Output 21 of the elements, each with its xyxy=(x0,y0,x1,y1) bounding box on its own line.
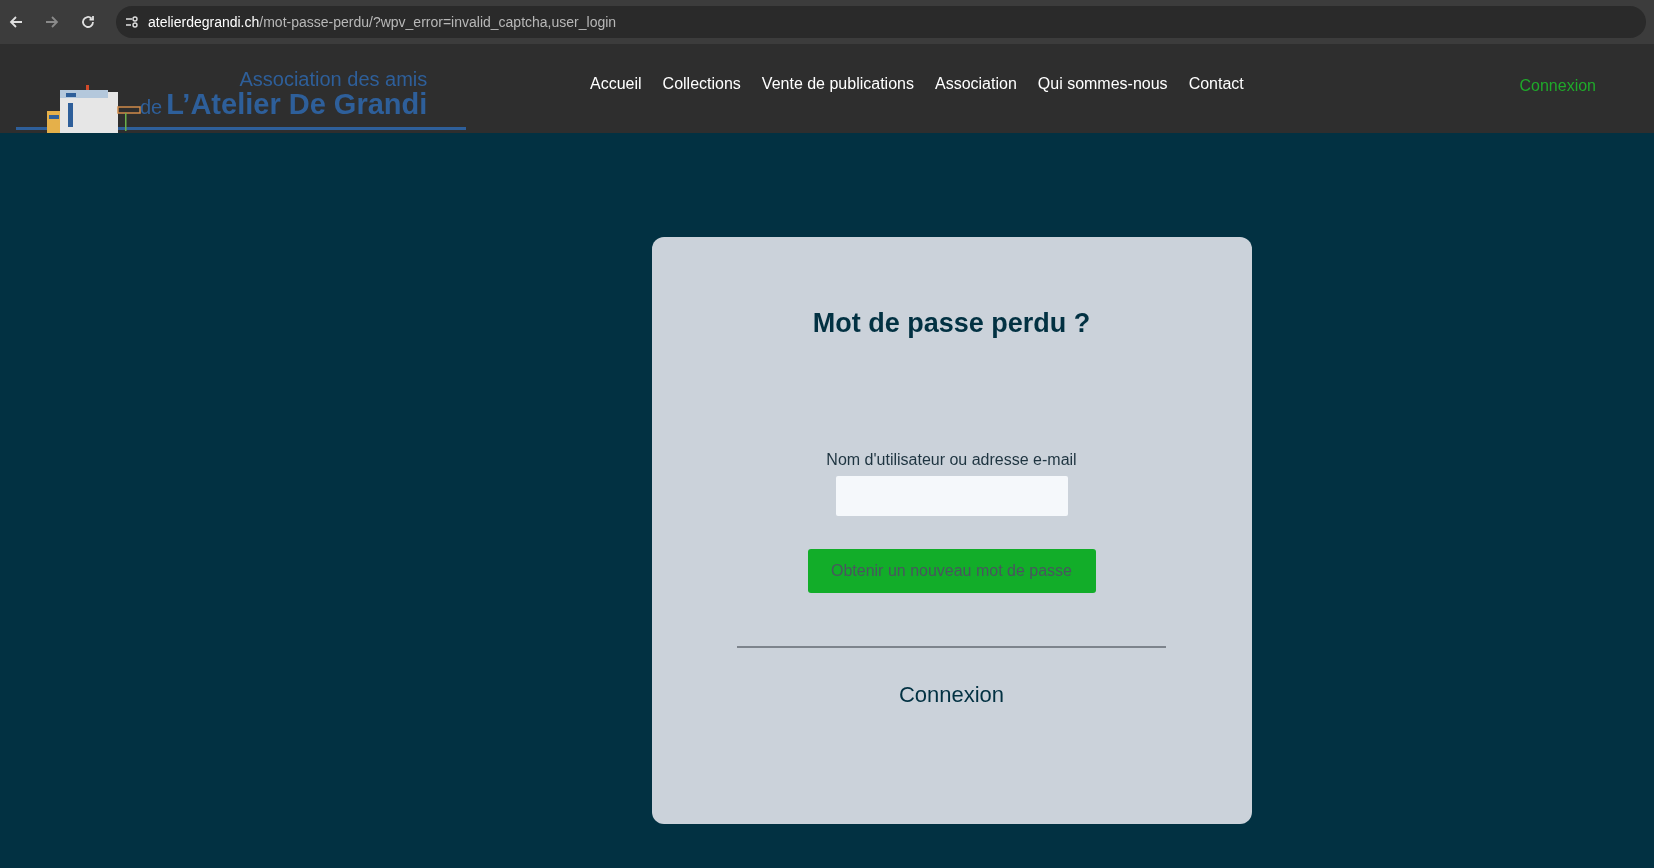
nav-link[interactable]: Qui sommes-nous xyxy=(1037,71,1168,96)
site-settings-icon[interactable] xyxy=(124,14,140,30)
forward-icon[interactable] xyxy=(44,14,60,30)
url-domain: atelierdegrandi.ch xyxy=(148,13,260,30)
reload-icon[interactable] xyxy=(80,14,96,30)
logo-prefix: de xyxy=(140,95,163,120)
nav-link[interactable]: Collections xyxy=(662,71,741,96)
login-link[interactable]: Connexion xyxy=(898,677,1005,711)
url-path: /mot-passe-perdu/?wpv_error=invalid_captcha,user_login xyxy=(259,13,617,30)
back-icon[interactable] xyxy=(8,14,24,30)
field-label: Nom d'utilisateur ou adresse e-mail xyxy=(826,449,1077,470)
logo-tagline: Association des amis xyxy=(239,68,428,90)
nav-link[interactable]: Vente de publications xyxy=(761,71,914,96)
nav-link[interactable]: Contact xyxy=(1188,71,1244,96)
card-title: Mot de passe perdu ? xyxy=(812,307,1091,340)
address-bar[interactable]: atelierdegrandi.ch/mot-passe-perdu/?wpv_error=invalid_captcha,user_login xyxy=(116,6,1646,38)
logo-title: L’Atelier De Grandi xyxy=(166,90,428,118)
nav-link[interactable]: Accueil xyxy=(590,71,642,96)
nav-link[interactable]: Association xyxy=(934,71,1017,96)
login-link[interactable]: Connexion xyxy=(1519,74,1596,98)
username-field[interactable] xyxy=(835,475,1068,516)
